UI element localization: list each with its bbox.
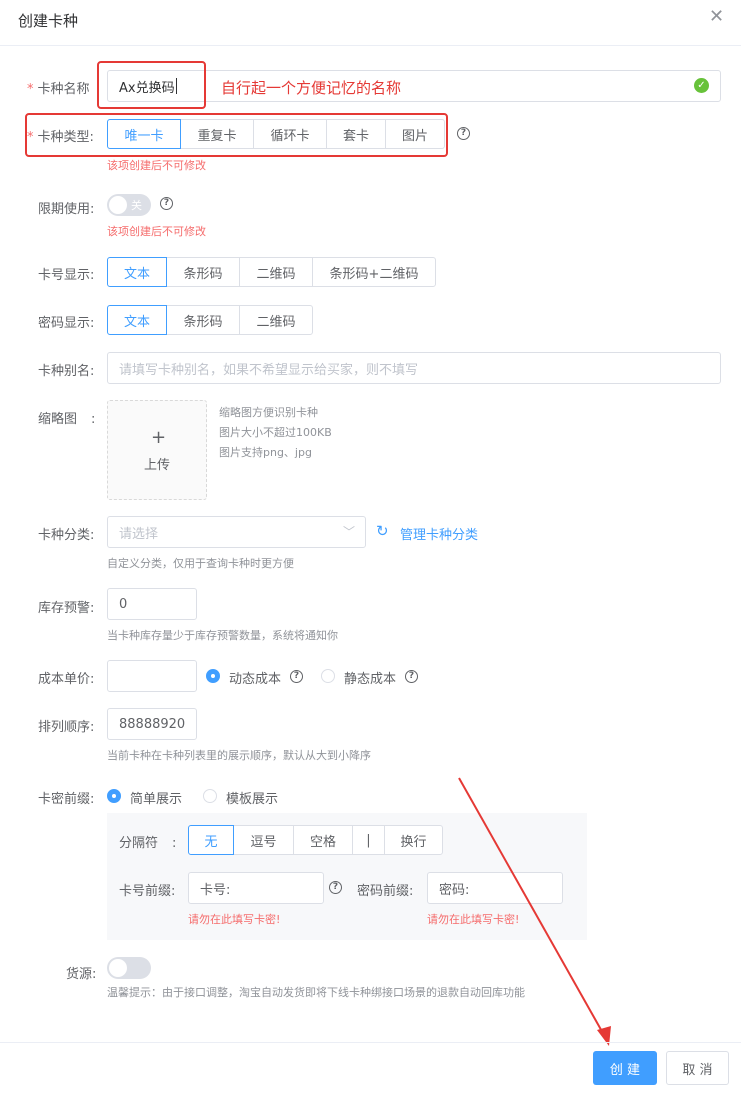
footer-divider bbox=[0, 1042, 741, 1043]
type-option-unique[interactable]: 唯一卡 bbox=[107, 119, 181, 149]
create-button[interactable]: 创 建 bbox=[593, 1051, 657, 1085]
card-display-text[interactable]: 文本 bbox=[107, 257, 167, 287]
annotation-arrow bbox=[458, 777, 611, 1046]
cancel-button[interactable]: 取 消 bbox=[666, 1051, 729, 1085]
separator-none[interactable]: 无 bbox=[188, 825, 234, 855]
pwd-display-text[interactable]: 文本 bbox=[107, 305, 167, 335]
